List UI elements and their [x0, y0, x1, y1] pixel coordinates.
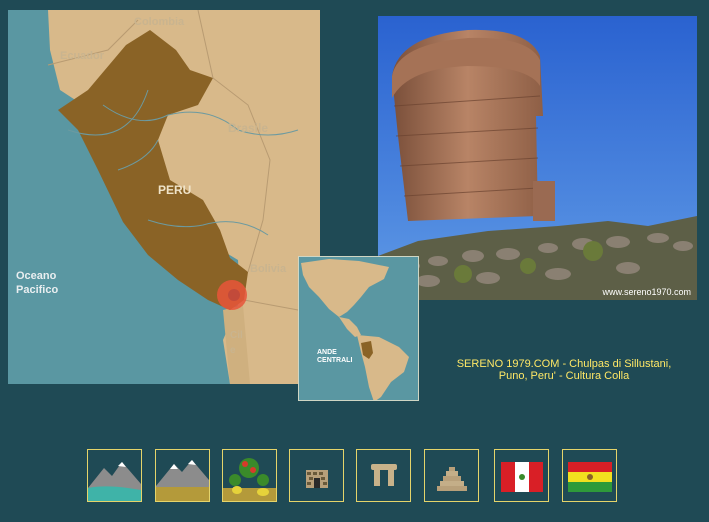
tool-pyramid[interactable] [424, 449, 479, 502]
stone-hut-icon [290, 450, 343, 501]
inset-label-line1: ANDE [317, 349, 337, 356]
label-peru: PERU [158, 183, 192, 197]
tool-mountain-lake[interactable] [87, 449, 142, 502]
mountain-lake-icon [88, 450, 141, 501]
label-cile: Cile [230, 330, 243, 356]
photo-credit: www.sereno1970.com [602, 287, 691, 297]
tool-dolmen[interactable] [356, 449, 411, 502]
label-colombia: Colombia [134, 16, 185, 28]
label-oceano: Oceano [16, 270, 57, 282]
tool-fruit-plants[interactable] [222, 449, 277, 502]
tool-peru-flag[interactable] [494, 449, 549, 502]
chulpa-photo-graphic [378, 16, 697, 300]
americas-inset-graphic [299, 257, 418, 400]
caption-line2: Puno, Peru' - Cultura Colla [498, 370, 630, 382]
label-bolivia: Bolivia [250, 263, 287, 275]
peru-flag-icon [495, 450, 548, 501]
inset-label: ANDE CENTRALI [317, 349, 352, 365]
label-brasile: Brasile [228, 121, 269, 135]
inset-label-line2: CENTRALI [317, 357, 353, 364]
chulpa-photo: www.sereno1970.com [378, 16, 697, 300]
label-pacifico: Pacifico [16, 284, 59, 296]
label-ecuador: Ecuador [60, 50, 105, 62]
peru-map-graphic [8, 10, 320, 384]
peru-map: Colombia Ecuador Brasile PERU Bolivia Oc… [8, 10, 320, 384]
photo-caption: SERENO 1979.COM - Chulpas di Sillustani,… [440, 358, 688, 382]
americas-inset-map: ANDE CENTRALI [298, 256, 419, 401]
tool-stone-hut[interactable] [289, 449, 344, 502]
bolivia-flag-icon [563, 450, 616, 501]
pyramid-icon [425, 450, 478, 501]
tool-bolivia-flag[interactable] [562, 449, 617, 502]
caption-line1: SERENO 1979.COM - Chulpas di Sillustani, [456, 358, 672, 370]
fruit-plants-icon [223, 450, 276, 501]
tool-mountain-plain[interactable] [155, 449, 210, 502]
dolmen-icon [357, 450, 410, 501]
bottom-toolbar [0, 449, 709, 505]
mountain-plain-icon [156, 450, 209, 501]
